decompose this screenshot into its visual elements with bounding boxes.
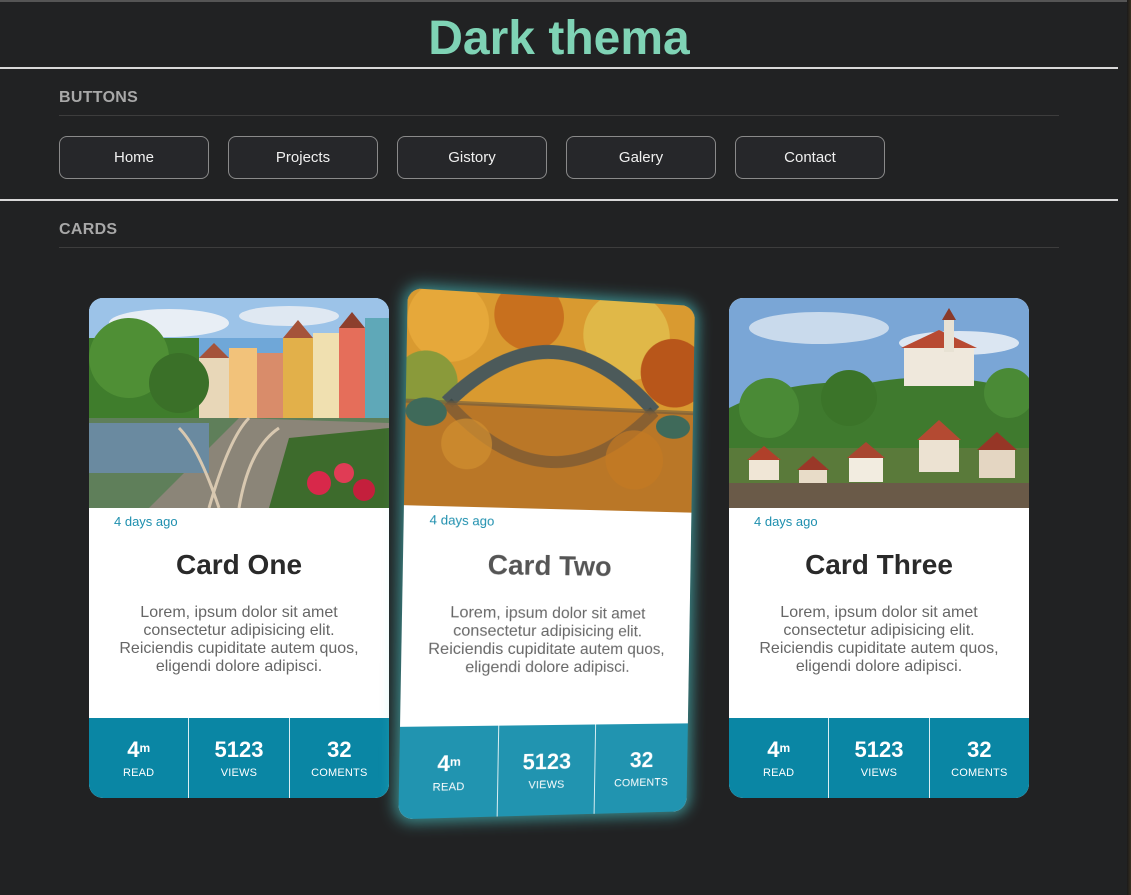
read-value: 4 [437, 751, 450, 777]
card-stats-bar: 4m READ 5123 VIEWS 32 COMENTS [729, 718, 1029, 798]
card-date: 4 days ago [754, 514, 1029, 530]
stat-views: 5123 VIEWS [497, 724, 595, 816]
window-right-edge [1127, 0, 1131, 895]
read-value: 4 [127, 737, 139, 762]
gistory-button[interactable]: Gistory [397, 136, 547, 179]
card-title: Card Three [729, 548, 1029, 582]
views-label: VIEWS [221, 767, 257, 779]
views-value: 5123 [855, 737, 904, 763]
stat-comments: 32 COMENTS [289, 718, 389, 798]
castle-hill-image [729, 298, 1029, 508]
buttons-section-label: BUTTONS [59, 89, 138, 107]
comments-label: COMENTS [311, 767, 367, 779]
views-value: 5123 [522, 749, 571, 776]
town-riverside-image [89, 298, 389, 508]
contact-button[interactable]: Contact [735, 136, 885, 179]
read-label: READ [123, 767, 154, 779]
views-label: VIEWS [861, 767, 897, 779]
card-description: Lorem, ipsum dolor sit amet consectetur … [426, 604, 667, 678]
page-title: Dark thema [0, 10, 1118, 68]
projects-button[interactable]: Projects [228, 136, 378, 179]
stat-comments: 32 COMENTS [929, 718, 1029, 798]
read-unit: m [450, 755, 461, 769]
card-two[interactable]: 4 days ago Card Two Lorem, ipsum dolor s… [398, 288, 695, 819]
comments-value: 32 [630, 747, 654, 773]
read-unit: m [779, 741, 790, 755]
card-date: 4 days ago [114, 514, 389, 530]
card-three[interactable]: 4 days ago Card Three Lorem, ipsum dolor… [729, 298, 1029, 798]
card-stats-bar: 4m READ 5123 VIEWS 32 COMENTS [398, 723, 687, 819]
read-label: READ [432, 781, 464, 794]
comments-label: COMENTS [614, 776, 668, 789]
card-title: Card One [89, 548, 389, 582]
stat-read: 4m READ [729, 718, 828, 798]
stat-read: 4m READ [89, 718, 188, 798]
card-date: 4 days ago [429, 512, 691, 534]
card-one[interactable]: 4 days ago Card One Lorem, ipsum dolor s… [89, 298, 389, 798]
autumn-bridge-image [404, 288, 695, 513]
read-unit: m [139, 741, 150, 755]
card-title: Card Two [403, 546, 691, 585]
galery-button[interactable]: Galery [566, 136, 716, 179]
stat-views: 5123 VIEWS [828, 718, 928, 798]
views-value: 5123 [215, 737, 264, 763]
stat-comments: 32 COMENTS [593, 723, 688, 813]
cards-section-label: CARDS [59, 221, 117, 239]
card-description: Lorem, ipsum dolor sit amet consectetur … [753, 604, 1005, 676]
stat-read: 4m READ [398, 726, 498, 820]
read-value: 4 [767, 737, 779, 762]
comments-value: 32 [327, 737, 351, 763]
cards-section-underline [59, 247, 1059, 248]
nav-button-row: Home Projects Gistory Galery Contact [59, 136, 885, 179]
card-stats-bar: 4m READ 5123 VIEWS 32 COMENTS [89, 718, 389, 798]
window-top-border [0, 0, 1131, 2]
buttons-section-underline [59, 115, 1059, 116]
section-divider [0, 199, 1118, 201]
home-button[interactable]: Home [59, 136, 209, 179]
card-description: Lorem, ipsum dolor sit amet consectetur … [113, 604, 365, 676]
header-divider [0, 67, 1118, 69]
comments-value: 32 [967, 737, 991, 763]
views-label: VIEWS [528, 779, 564, 792]
stat-views: 5123 VIEWS [188, 718, 288, 798]
read-label: READ [763, 767, 794, 779]
comments-label: COMENTS [951, 767, 1007, 779]
